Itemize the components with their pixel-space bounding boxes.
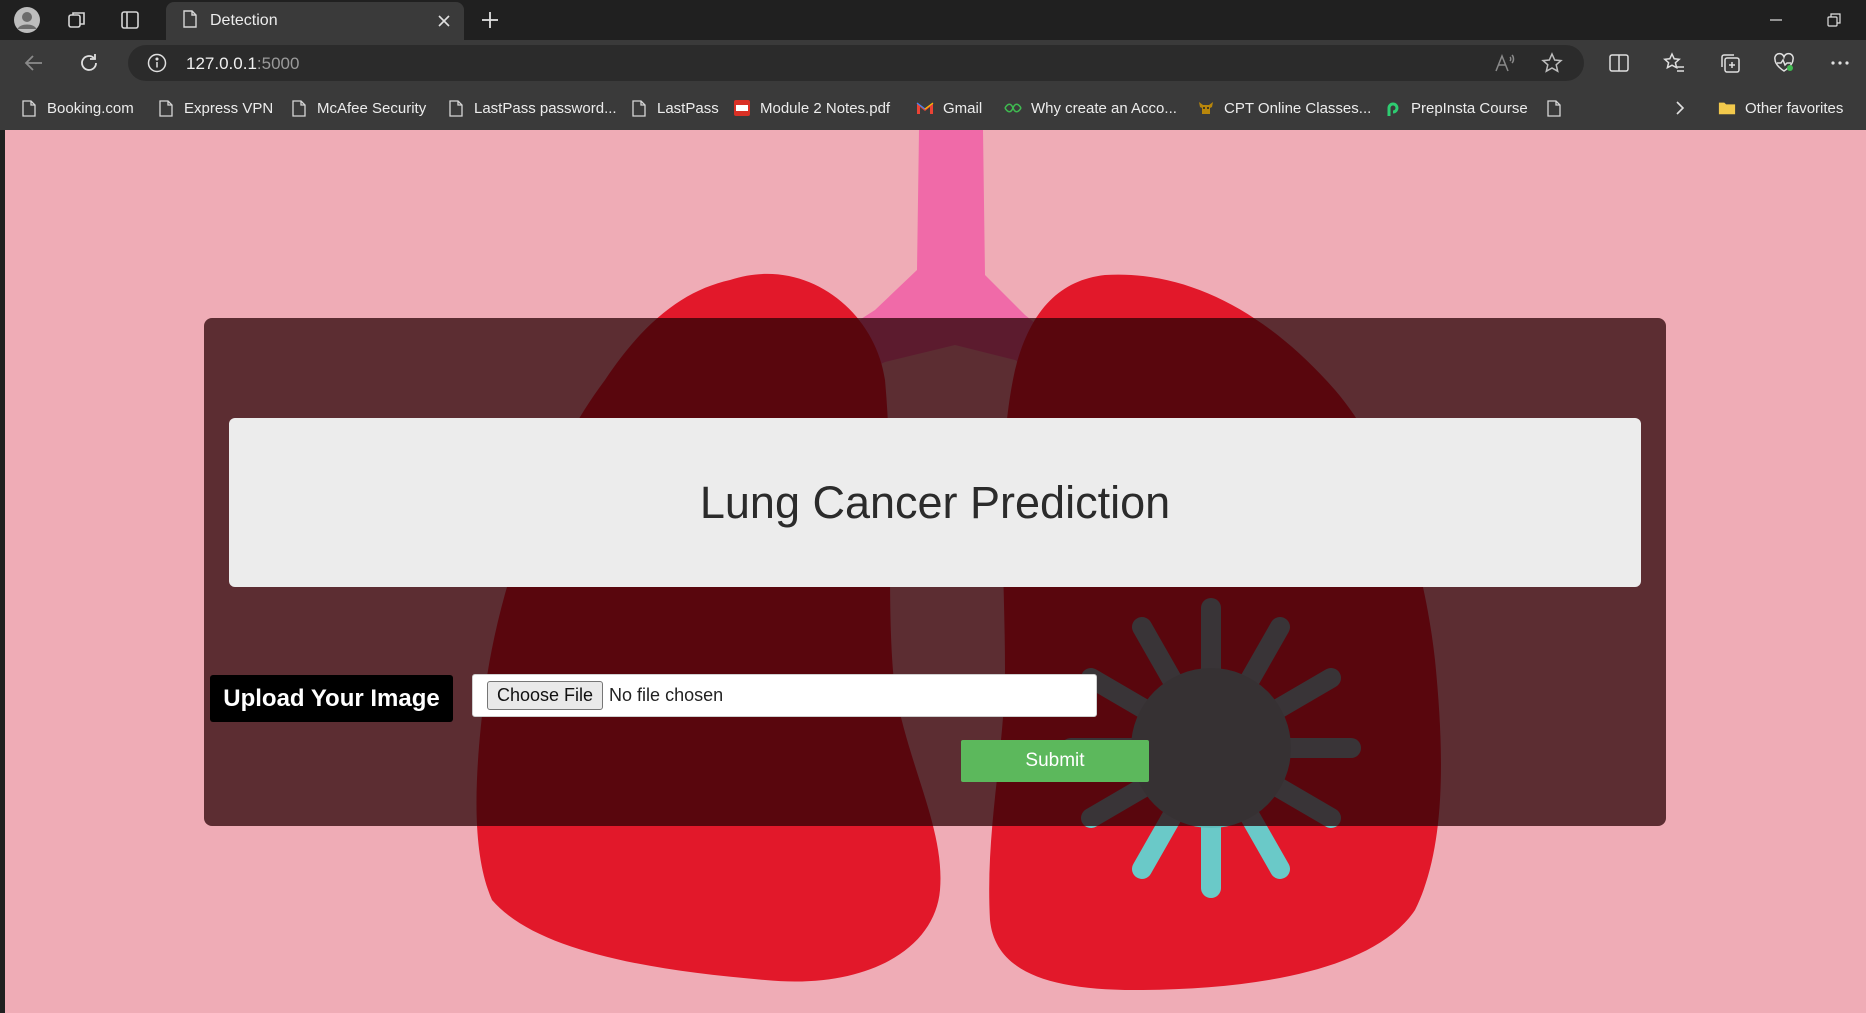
favorite-label: Booking.com bbox=[47, 99, 134, 117]
address-bar[interactable]: 127.0.0.1:5000 bbox=[128, 45, 1584, 81]
favorite-untitled[interactable] bbox=[1545, 94, 1572, 122]
tab-title: Detection bbox=[210, 12, 278, 29]
url-text[interactable]: 127.0.0.1:5000 bbox=[186, 54, 299, 74]
favorite-label: CPT Online Classes... bbox=[1224, 99, 1372, 117]
favorite-gmail[interactable]: Gmail bbox=[916, 94, 982, 122]
favorite-label: Why create an Acco... bbox=[1031, 99, 1177, 117]
favorite-label: Module 2 Notes.pdf bbox=[760, 99, 891, 117]
title-bar: Detection bbox=[0, 0, 1866, 40]
browser-essentials-icon[interactable] bbox=[1768, 47, 1800, 79]
pdf-icon bbox=[733, 99, 751, 117]
page-icon bbox=[20, 99, 38, 117]
workspaces-icon[interactable] bbox=[63, 6, 91, 34]
read-aloud-icon[interactable] bbox=[1494, 53, 1516, 78]
submit-button[interactable]: Submit bbox=[961, 740, 1149, 782]
collections-icon[interactable] bbox=[1714, 47, 1746, 79]
page-icon bbox=[157, 99, 175, 117]
favorite-label: LastPass bbox=[657, 99, 719, 117]
cow-icon bbox=[1197, 99, 1215, 117]
file-input[interactable]: Choose File No file chosen bbox=[472, 674, 1097, 717]
refresh-icon[interactable] bbox=[73, 47, 105, 79]
favorite-express-vpn[interactable]: Express VPN bbox=[157, 94, 273, 122]
page-title: Lung Cancer Prediction bbox=[699, 476, 1171, 528]
close-tab-icon[interactable] bbox=[430, 7, 458, 35]
favorite-label: PrepInsta Course bbox=[1411, 99, 1528, 117]
url-port: :5000 bbox=[256, 54, 300, 73]
favorites-overflow-chevron-icon[interactable] bbox=[1674, 94, 1686, 122]
favorite-label: Express VPN bbox=[184, 99, 274, 117]
page-icon bbox=[630, 99, 648, 117]
favorite-label: McAfee Security bbox=[317, 99, 427, 117]
prediction-card: Lung Cancer Prediction Upload Your Image… bbox=[204, 318, 1666, 826]
page-icon bbox=[1545, 99, 1563, 117]
favorite-mcafee[interactable]: McAfee Security bbox=[290, 94, 426, 122]
tab-actions-icon[interactable] bbox=[116, 6, 144, 34]
file-status-text: No file chosen bbox=[609, 685, 724, 705]
page-icon bbox=[290, 99, 308, 117]
favorite-label: LastPass password... bbox=[474, 99, 617, 117]
heading-box: Lung Cancer Prediction bbox=[229, 418, 1641, 587]
tab-detection[interactable]: Detection bbox=[166, 2, 464, 40]
url-host: 127.0.0.1 bbox=[186, 54, 257, 73]
navigation-bar: 127.0.0.1:5000 bbox=[0, 40, 1866, 86]
site-info-icon[interactable] bbox=[147, 53, 167, 78]
favorite-lastpass-password[interactable]: LastPass password... bbox=[447, 94, 617, 122]
favorite-lastpass[interactable]: LastPass bbox=[630, 94, 719, 122]
favorite-star-icon[interactable] bbox=[1541, 52, 1563, 79]
profile-avatar-icon[interactable] bbox=[13, 6, 41, 34]
more-options-icon[interactable] bbox=[1824, 47, 1856, 79]
prepinsta-icon bbox=[1384, 99, 1402, 117]
page-icon bbox=[182, 9, 198, 33]
page-icon bbox=[447, 99, 465, 117]
folder-icon bbox=[1718, 99, 1736, 117]
split-screen-icon[interactable] bbox=[1603, 47, 1635, 79]
favorite-prepinsta[interactable]: PrepInsta Course bbox=[1384, 94, 1528, 122]
favorites-icon[interactable] bbox=[1658, 47, 1690, 79]
gmail-icon bbox=[916, 99, 934, 117]
choose-file-button[interactable]: Choose File bbox=[487, 681, 604, 710]
minimize-icon[interactable] bbox=[1754, 4, 1798, 36]
favorite-booking[interactable]: Booking.com bbox=[20, 94, 134, 122]
favorite-cpt-online[interactable]: CPT Online Classes... bbox=[1197, 94, 1371, 122]
other-favorites-label: Other favorites bbox=[1745, 99, 1844, 117]
upload-label: Upload Your Image bbox=[210, 675, 453, 722]
favorite-why-create-account[interactable]: Why create an Acco... bbox=[1004, 94, 1177, 122]
favorites-bar: Booking.com Express VPN McAfee Security … bbox=[0, 86, 1866, 130]
new-tab-icon[interactable] bbox=[476, 6, 504, 34]
favorite-module-2-notes[interactable]: Module 2 Notes.pdf bbox=[733, 94, 890, 122]
favorite-label: Gmail bbox=[943, 99, 983, 117]
page-viewport: Lung Cancer Prediction Upload Your Image… bbox=[5, 130, 1866, 1013]
leaf-icon bbox=[1004, 99, 1022, 117]
restore-icon[interactable] bbox=[1812, 4, 1856, 36]
other-favorites[interactable]: Other favorites bbox=[1718, 94, 1843, 122]
back-icon[interactable] bbox=[18, 47, 50, 79]
